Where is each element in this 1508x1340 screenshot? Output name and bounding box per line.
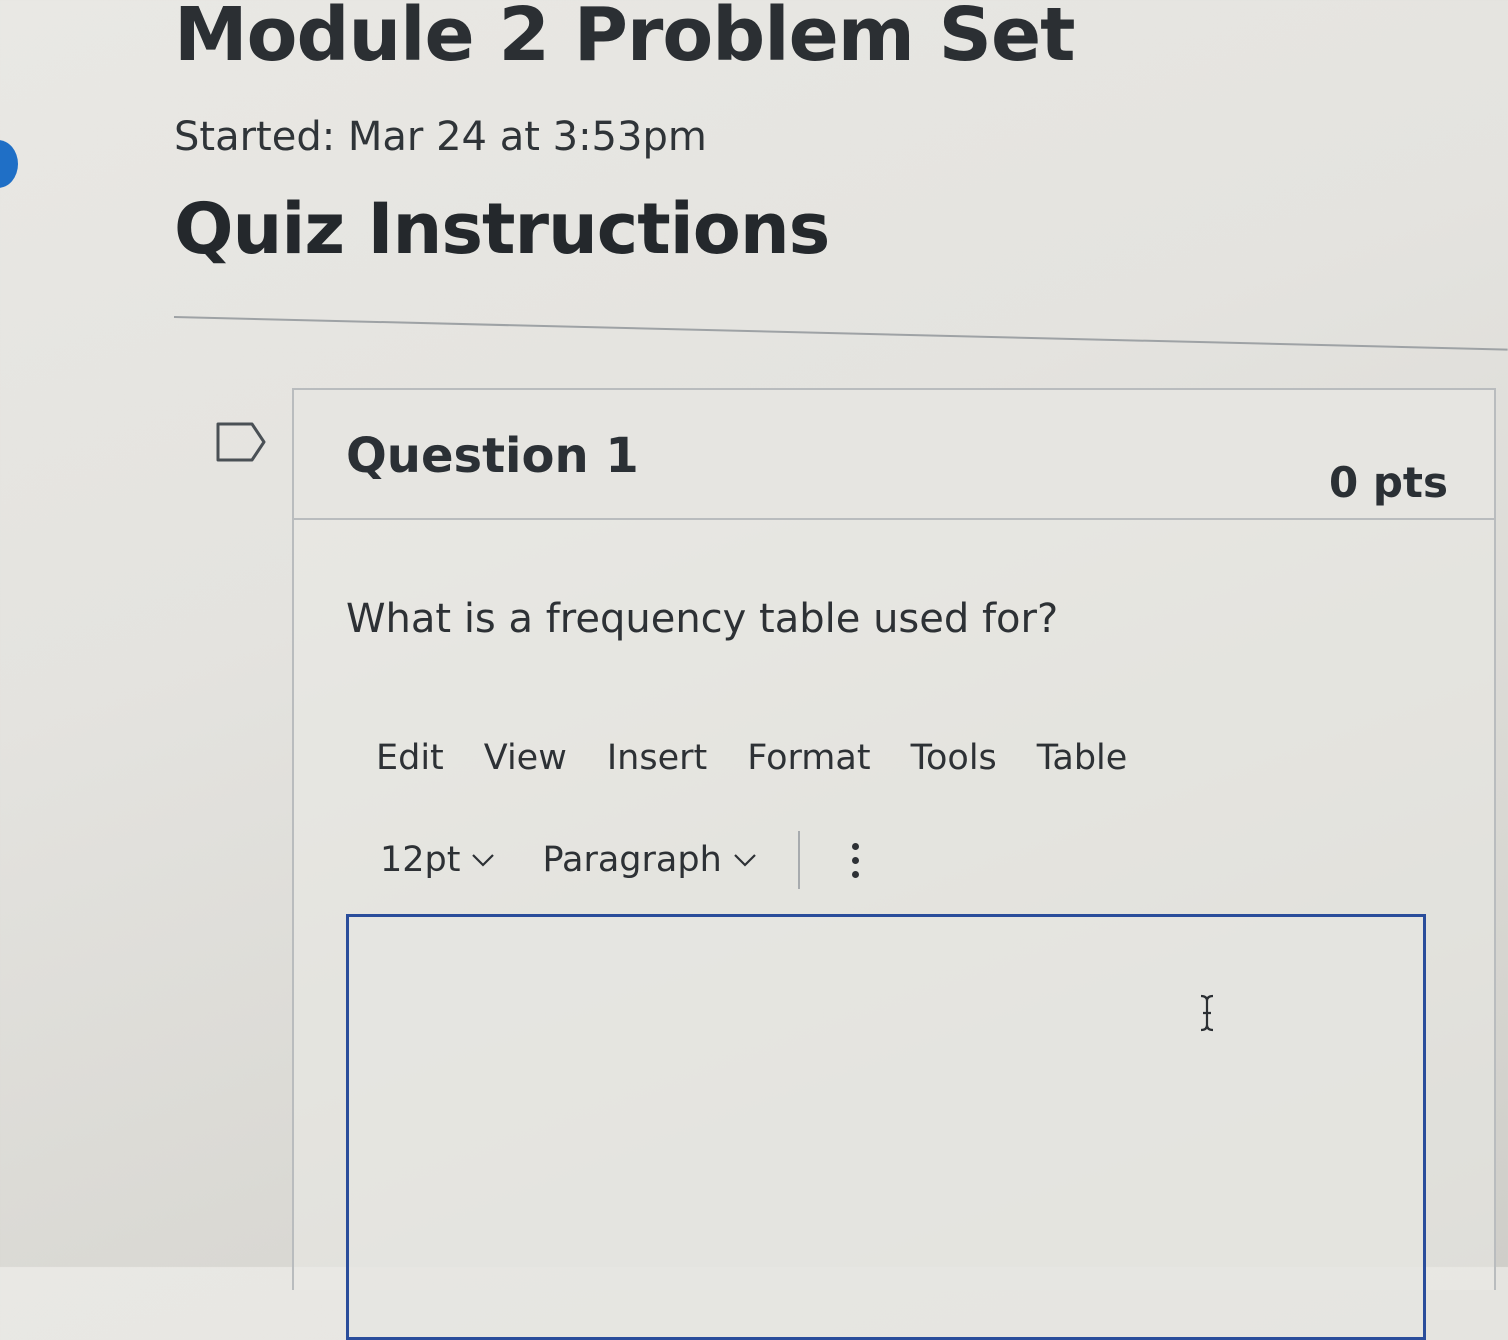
font-size-dropdown[interactable]: 12pt (380, 840, 496, 880)
page-title: Module 2 Problem Set (174, 0, 1076, 78)
question-text: What is a frequency table used for? (346, 596, 1059, 642)
menu-view[interactable]: View (484, 738, 567, 778)
text-cursor-icon (1200, 994, 1214, 1032)
menu-tools[interactable]: Tools (911, 738, 997, 778)
toolbar-separator (797, 831, 800, 889)
editor-menubar: Edit View Insert Format Tools Table (376, 738, 1127, 778)
quiz-instructions-heading: Quiz Instructions (174, 188, 830, 270)
question-card: Question 1 0 pts What is a frequency tab… (292, 388, 1496, 1340)
chevron-down-icon (733, 854, 756, 867)
menu-insert[interactable]: Insert (607, 738, 707, 778)
block-format-value: Paragraph (542, 840, 722, 880)
menu-format[interactable]: Format (747, 738, 870, 778)
flag-icon[interactable] (216, 422, 266, 462)
menu-table[interactable]: Table (1037, 738, 1128, 778)
question-header: Question 1 0 pts (294, 390, 1494, 520)
more-vertical-icon[interactable] (851, 842, 859, 878)
block-format-dropdown[interactable]: Paragraph (542, 840, 757, 880)
question-title: Question 1 (346, 428, 639, 484)
chevron-down-icon (472, 854, 495, 867)
started-timestamp: Started: Mar 24 at 3:53pm (174, 114, 707, 160)
rich-text-editor[interactable] (346, 914, 1426, 1340)
question-points: 0 pts (1329, 458, 1448, 507)
font-size-value: 12pt (380, 840, 461, 880)
menu-edit[interactable]: Edit (376, 738, 444, 778)
section-divider (173, 316, 1508, 351)
editor-toolbar: 12pt Paragraph (380, 830, 859, 890)
indicator-dot (0, 140, 18, 188)
